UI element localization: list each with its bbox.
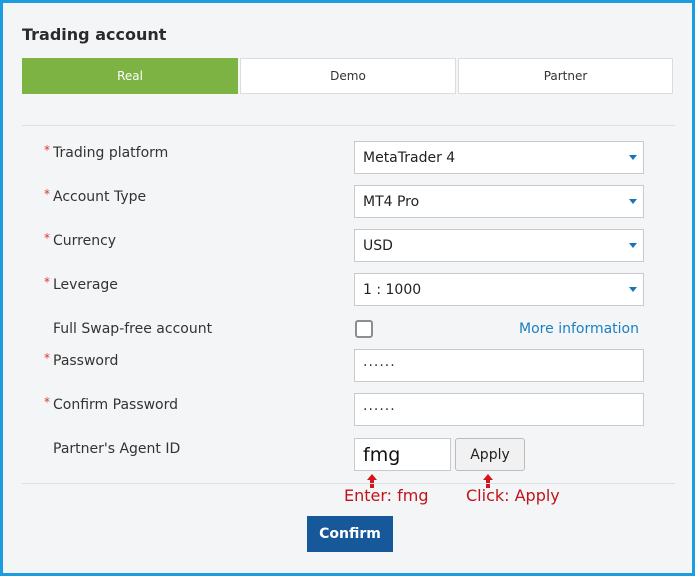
- agent-id-label: Partner's Agent ID: [53, 441, 181, 457]
- password-field[interactable]: ······: [354, 349, 644, 382]
- account-type-tabs: Real Demo Partner: [22, 58, 673, 95]
- tab-partner[interactable]: Partner: [458, 58, 673, 94]
- more-information-link[interactable]: More information: [519, 321, 639, 337]
- agent-id-value: fmg: [363, 443, 401, 466]
- trading-account-panel: Trading account Real Demo Partner * Trad…: [0, 0, 695, 576]
- tab-real[interactable]: Real: [22, 58, 238, 94]
- password-value: ······: [363, 357, 396, 374]
- required-marker: *: [44, 143, 50, 157]
- currency-select[interactable]: USD: [354, 229, 644, 262]
- leverage-value: 1 : 1000: [363, 281, 422, 298]
- bottom-divider: [22, 483, 675, 484]
- dropdown-arrow-icon: [629, 155, 637, 160]
- required-marker: *: [44, 187, 50, 201]
- confirm-password-value: ······: [363, 401, 396, 418]
- agent-id-field[interactable]: fmg: [354, 438, 451, 471]
- confirm-password-field[interactable]: ······: [354, 393, 644, 426]
- account-type-label: Account Type: [53, 189, 147, 205]
- leverage-select[interactable]: 1 : 1000: [354, 273, 644, 306]
- required-marker: *: [44, 231, 50, 245]
- leverage-label: Leverage: [53, 277, 118, 293]
- platform-label: Trading platform: [53, 145, 169, 161]
- required-marker: *: [44, 275, 50, 289]
- platform-value: MetaTrader 4: [363, 149, 456, 166]
- required-marker: *: [44, 351, 50, 365]
- top-divider: [22, 125, 675, 126]
- click-annotation: Click: Apply: [466, 486, 560, 505]
- dropdown-arrow-icon: [629, 287, 637, 292]
- confirm-button[interactable]: Confirm: [307, 516, 393, 552]
- tab-demo[interactable]: Demo: [240, 58, 456, 94]
- swap-free-label: Full Swap-free account: [53, 321, 213, 337]
- account-type-select[interactable]: MT4 Pro: [354, 185, 644, 218]
- swap-free-checkbox[interactable]: [355, 320, 373, 338]
- platform-select[interactable]: MetaTrader 4: [354, 141, 644, 174]
- currency-value: USD: [363, 237, 393, 254]
- enter-annotation: Enter: fmg: [344, 486, 429, 505]
- dropdown-arrow-icon: [629, 243, 637, 248]
- apply-button[interactable]: Apply: [455, 438, 525, 471]
- confirm-password-label: Confirm Password: [53, 397, 179, 413]
- account-type-value: MT4 Pro: [363, 193, 420, 210]
- password-label: Password: [53, 353, 119, 369]
- dropdown-arrow-icon: [629, 199, 637, 204]
- currency-label: Currency: [53, 233, 117, 249]
- required-marker: *: [44, 395, 50, 409]
- page-title: Trading account: [22, 25, 167, 44]
